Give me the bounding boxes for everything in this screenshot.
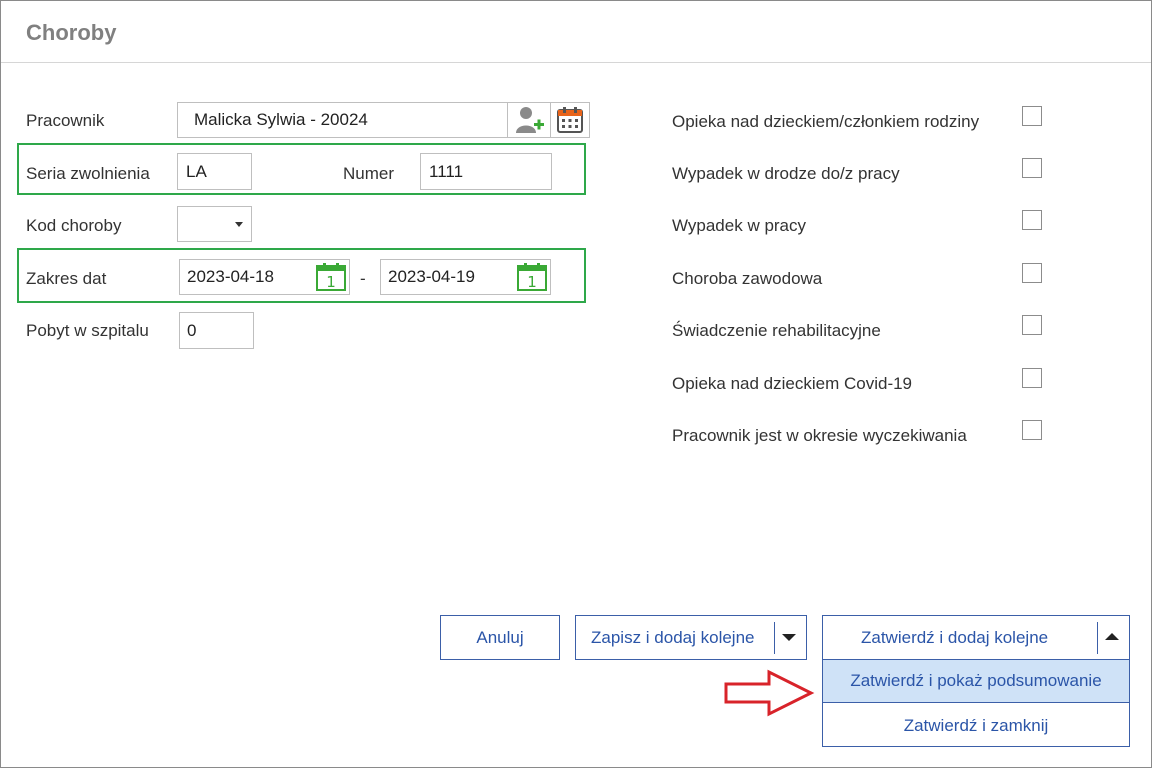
seria-label: Seria zwolnienia (26, 164, 150, 183)
schedule-calendar-icon (557, 107, 583, 133)
pobyt-input[interactable]: 0 (179, 312, 254, 349)
confirm-add-label: Zatwierdź i dodaj kolejne (861, 628, 1049, 647)
checkbox-label-covid: Opieka nad dzieckiem Covid-19 (672, 374, 913, 393)
kod-choroby-label: Kod choroby (26, 216, 122, 235)
kod-choroby-select[interactable] (177, 206, 252, 242)
checkbox-label-wypadek-praca: Wypadek w pracy (672, 216, 807, 235)
checkbox-choroba-zawodowa[interactable] (1022, 263, 1042, 283)
dialog-header: Choroby (1, 1, 1151, 63)
calendar-day-text: 1 (527, 273, 537, 291)
checkbox-covid[interactable] (1022, 368, 1042, 388)
date-to-field[interactable]: 2023-04-19 1 (380, 259, 551, 295)
checkbox-label-swiadczenie: Świadczenie rehabilitacyjne (672, 321, 881, 340)
checkbox-label-wypadek-droga: Wypadek w drodze do/z pracy (672, 164, 900, 183)
checkbox-wypadek-droga[interactable] (1022, 158, 1042, 178)
calendar-icon[interactable]: 1 (315, 262, 347, 292)
cancel-button[interactable]: Anuluj (440, 615, 560, 660)
pobyt-label: Pobyt w szpitalu (26, 321, 149, 340)
menu-item-confirm-summary[interactable]: Zatwierdź i pokaż podsumowanie (823, 660, 1129, 703)
seria-input[interactable]: LA (177, 153, 252, 190)
checkbox-label-wyczekiwanie: Pracownik jest w okresie wyczekiwania (672, 426, 967, 445)
numer-input[interactable]: 1111 (420, 153, 552, 190)
split-divider (1097, 622, 1098, 654)
checkbox-swiadczenie[interactable] (1022, 315, 1042, 335)
caret-up-icon[interactable] (1105, 633, 1119, 640)
date-from-value: 2023-04-18 (187, 267, 274, 286)
add-employee-button[interactable] (507, 102, 551, 138)
date-to-value: 2023-04-19 (388, 267, 475, 286)
checkbox-wypadek-praca[interactable] (1022, 210, 1042, 230)
employee-calendar-button[interactable] (550, 102, 590, 138)
save-add-split-button[interactable]: Zapisz i dodaj kolejne (575, 615, 807, 660)
checkbox-wyczekiwanie[interactable] (1022, 420, 1042, 440)
checkbox-label-opieka-rodzina: Opieka nad dzieckiem/członkiem rodziny (672, 112, 980, 131)
confirm-add-split-button[interactable]: Zatwierdź i dodaj kolejne (822, 615, 1130, 660)
save-add-label: Zapisz i dodaj kolejne (591, 628, 755, 647)
numer-label: Numer (343, 164, 395, 183)
red-arrow-annotation-icon (724, 669, 815, 717)
calendar-day-text: 1 (326, 273, 336, 291)
checkbox-label-choroba-zawodowa: Choroba zawodowa (672, 269, 823, 288)
date-from-field[interactable]: 2023-04-18 1 (179, 259, 350, 295)
chevron-down-icon (235, 222, 243, 227)
confirm-dropdown-menu: Zatwierdź i pokaż podsumowanie Zatwierdź… (822, 659, 1130, 747)
add-user-icon (516, 107, 544, 133)
caret-down-icon[interactable] (782, 634, 796, 641)
choroby-dialog: Choroby Pracownik Malicka Sylwia - 20024… (0, 0, 1152, 768)
pracownik-field[interactable]: Malicka Sylwia - 20024 (177, 102, 508, 138)
zakres-dat-label: Zakres dat (26, 269, 107, 288)
split-divider (774, 622, 775, 654)
menu-item-confirm-close[interactable]: Zatwierdź i zamknij (823, 704, 1129, 747)
calendar-icon[interactable]: 1 (516, 262, 548, 292)
date-separator: - (360, 269, 366, 288)
dialog-title: Choroby (26, 20, 117, 45)
checkbox-opieka-rodzina[interactable] (1022, 106, 1042, 126)
pracownik-label: Pracownik (26, 111, 105, 130)
